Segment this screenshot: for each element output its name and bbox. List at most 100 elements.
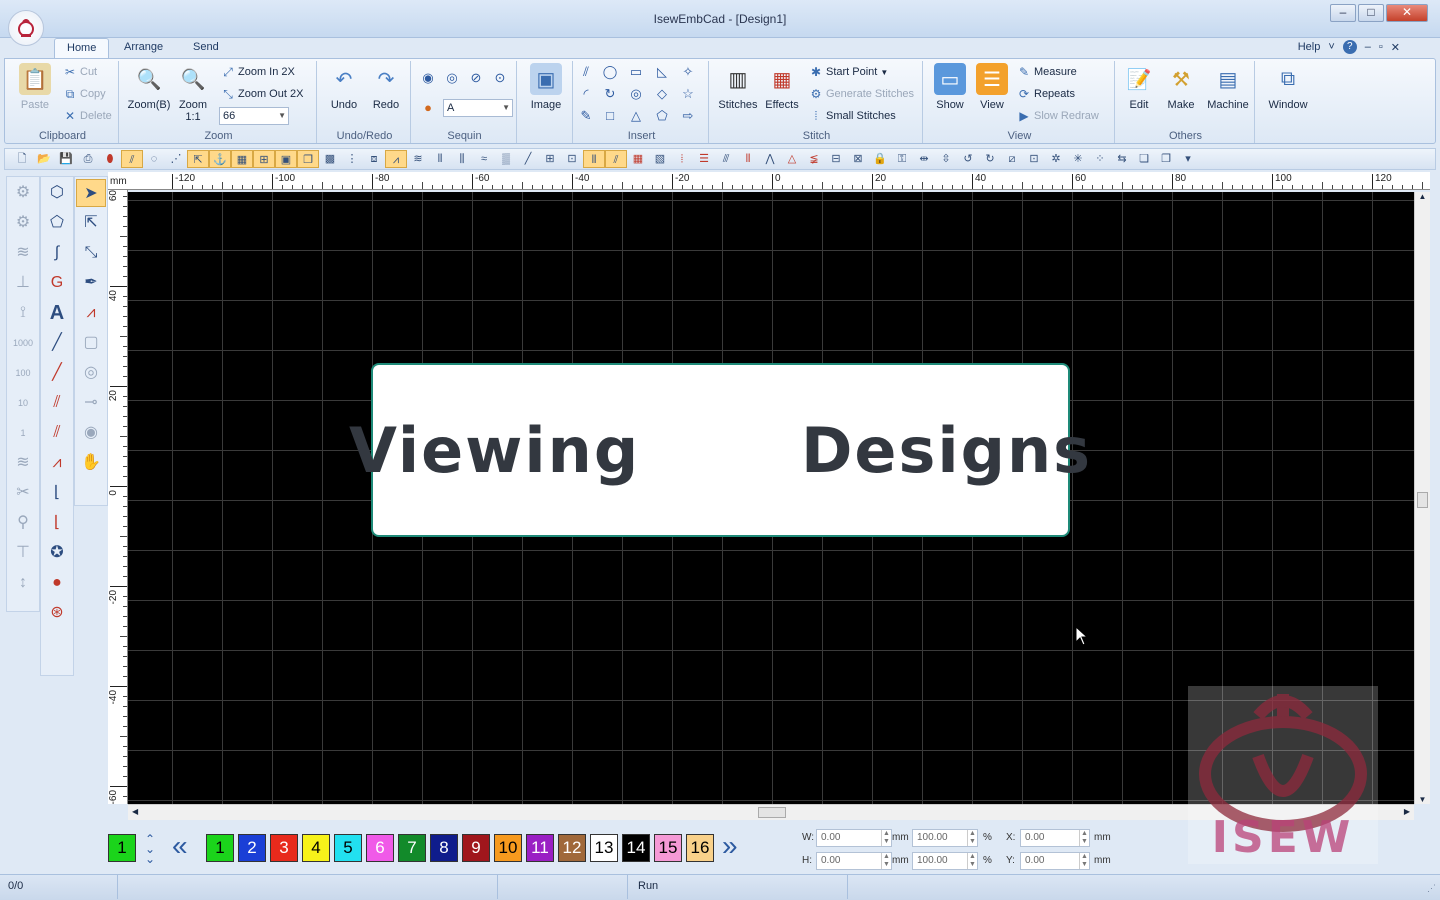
redo-button[interactable]: ↷ Redo <box>365 63 407 112</box>
spinner-icon[interactable]: ▲ ▼ <box>1079 830 1089 846</box>
edit-button[interactable]: 📝 Edit <box>1119 63 1159 112</box>
arc-icon[interactable]: ◜ <box>577 85 595 103</box>
help-icon[interactable]: ? <box>1342 40 1357 54</box>
scroll-up-icon[interactable]: ▲ <box>1415 192 1430 201</box>
machine-button[interactable]: ▤ Machine <box>1203 63 1253 112</box>
tool-icon[interactable]: ⚲ <box>8 509 38 537</box>
star-tool-icon[interactable]: ✪ <box>42 539 72 567</box>
color-swatch-3[interactable]: 3 <box>270 834 298 862</box>
line-tool-icon[interactable]: ╱ <box>42 329 72 357</box>
mesh-icon[interactable]: ⊡ <box>561 150 583 168</box>
square-icon[interactable]: □ <box>601 107 619 125</box>
zigzag-icon[interactable]: ⩘ <box>385 150 407 168</box>
color-swatch-9[interactable]: 9 <box>462 834 490 862</box>
stitch-k-icon[interactable]: ≨ <box>803 150 825 168</box>
minimize-button[interactable]: – <box>1330 4 1356 22</box>
tab-send[interactable]: Send <box>181 38 231 58</box>
small-stitches-button[interactable]: ⦙ Small Stitches <box>809 109 896 123</box>
stitch-i-icon[interactable]: ⋀ <box>759 150 781 168</box>
bars-icon[interactable]: ⫼ <box>451 150 473 168</box>
satin-icon[interactable]: ⫽ <box>121 150 143 168</box>
tab-home[interactable]: Home <box>54 38 110 58</box>
spinner-icon[interactable]: ▲ ▼ <box>967 853 977 869</box>
mdi-close-button[interactable]: ✕ <box>1391 41 1400 54</box>
rectangle-icon[interactable]: ▭ <box>627 63 645 81</box>
skew-icon[interactable]: ⧄ <box>1001 150 1023 168</box>
stack-icon[interactable]: ⧈ <box>363 150 385 168</box>
tool-icon[interactable]: ↕ <box>8 569 38 597</box>
stitch-b-icon[interactable]: ⫽ <box>605 150 627 168</box>
tool-icon[interactable]: 100 <box>8 359 38 387</box>
horizontal-scroll-thumb[interactable] <box>758 807 786 818</box>
x-input[interactable]: 0.00 ▲ ▼ <box>1020 829 1090 847</box>
customize-dropdown-icon[interactable]: ▾ <box>1177 150 1199 168</box>
tool-icon[interactable]: ⊥ <box>8 269 38 297</box>
curve-tool-icon[interactable]: ∫ <box>42 239 72 267</box>
rotate-right-icon[interactable]: ↻ <box>979 150 1001 168</box>
grid-icon[interactable]: ▦ <box>231 150 253 168</box>
scatter-icon[interactable]: ⁘ <box>1089 150 1111 168</box>
color-swatch-8[interactable]: 8 <box>430 834 458 862</box>
zoom-out-button[interactable]: ⤡ Zoom Out 2X <box>221 87 303 101</box>
tool-icon[interactable]: ≋ <box>8 239 38 267</box>
group-icon[interactable]: ❏ <box>1133 150 1155 168</box>
frame-tool-icon[interactable]: ▢ <box>76 329 106 357</box>
color-swatch-5[interactable]: 5 <box>334 834 362 862</box>
line-3-tool-icon[interactable]: ╱ <box>42 359 72 387</box>
wave-icon[interactable]: ≋ <box>407 150 429 168</box>
align-a-icon[interactable]: ⊟ <box>825 150 847 168</box>
app-menu-button[interactable] <box>8 10 44 46</box>
colors-next-button[interactable]: » <box>722 830 738 862</box>
scroll-right-icon[interactable]: ▶ <box>1404 807 1410 816</box>
colors-prev-button[interactable]: « <box>172 830 188 862</box>
current-color-swatch[interactable]: 1 <box>108 834 136 862</box>
stitches-button[interactable]: ▥ Stitches <box>715 63 761 112</box>
y-input[interactable]: 0.00 ▲ ▼ <box>1020 852 1090 870</box>
satin-line-tool-icon[interactable]: ⫽ <box>42 419 72 447</box>
node-select-icon[interactable]: ⇱ <box>76 209 106 237</box>
running-icon[interactable]: ⋰ <box>165 150 187 168</box>
letter-g-tool-icon[interactable]: G <box>42 269 72 297</box>
select-icon[interactable]: ⇱ <box>187 150 209 168</box>
color-swatch-12[interactable]: 12 <box>558 834 586 862</box>
polygon-tool-icon[interactable]: ⬡ <box>42 179 72 207</box>
stitch-edit-icon[interactable]: ⩘ <box>76 299 106 327</box>
wheel-tool-icon[interactable]: ⊛ <box>42 599 72 627</box>
fill-icon[interactable]: ⬮ <box>99 150 121 168</box>
mdi-restore-button[interactable]: ▫ <box>1379 41 1383 53</box>
layers-icon[interactable]: ❐ <box>297 150 319 168</box>
maximize-button[interactable]: □ <box>1358 4 1384 22</box>
spinner-icon[interactable]: ▲ ▼ <box>881 830 891 846</box>
tool-icon[interactable]: 10 <box>8 389 38 417</box>
scroll-down-icon[interactable]: ▼ <box>1415 795 1430 804</box>
sequin-combo[interactable]: A ▼ <box>443 99 513 117</box>
stitch-f-icon[interactable]: ☰ <box>693 150 715 168</box>
fill-line-tool-icon[interactable]: ⩘ <box>42 449 72 477</box>
line-icon[interactable]: ╱ <box>517 150 539 168</box>
help-dropdown-icon[interactable]: ˅ <box>1328 41 1334 53</box>
sequin-tool-icon[interactable]: ⊙ <box>491 69 509 87</box>
stitch-g-icon[interactable]: ⫻ <box>715 150 737 168</box>
color-swatch-7[interactable]: 7 <box>398 834 426 862</box>
arrow-shape-icon[interactable]: ⇨ <box>679 107 697 125</box>
tree-icon[interactable]: ⋮ <box>341 150 363 168</box>
slider-tool-icon[interactable]: ⊸ <box>76 389 106 417</box>
measure-button[interactable]: ✎ Measure <box>1017 65 1077 79</box>
picture-icon[interactable]: ▣ <box>275 150 297 168</box>
vertical-scroll-thumb[interactable] <box>1417 492 1428 508</box>
scroll-left-icon[interactable]: ◀ <box>132 807 138 816</box>
color-swatch-16[interactable]: 16 <box>686 834 714 862</box>
pattern-icon[interactable]: ▒ <box>495 150 517 168</box>
stitch-e-icon[interactable]: ⦙ <box>671 150 693 168</box>
vertical-scrollbar[interactable]: ▲ ▼ <box>1414 192 1430 804</box>
tool-icon[interactable]: 1000 <box>8 329 38 357</box>
color-swatch-2[interactable]: 2 <box>238 834 266 862</box>
ring-tool-icon[interactable]: ◉ <box>76 419 106 447</box>
close-button[interactable]: ✕ <box>1386 4 1428 22</box>
color-swatch-6[interactable]: 6 <box>366 834 394 862</box>
color-swatch-11[interactable]: 11 <box>526 834 554 862</box>
repeats-button[interactable]: ⟳ Repeats <box>1017 87 1075 101</box>
sequin-tool-icon[interactable]: ◎ <box>443 69 461 87</box>
pen-tool-icon[interactable]: ✒ <box>76 269 106 297</box>
stitch-a-icon[interactable]: ⦀ <box>583 150 605 168</box>
